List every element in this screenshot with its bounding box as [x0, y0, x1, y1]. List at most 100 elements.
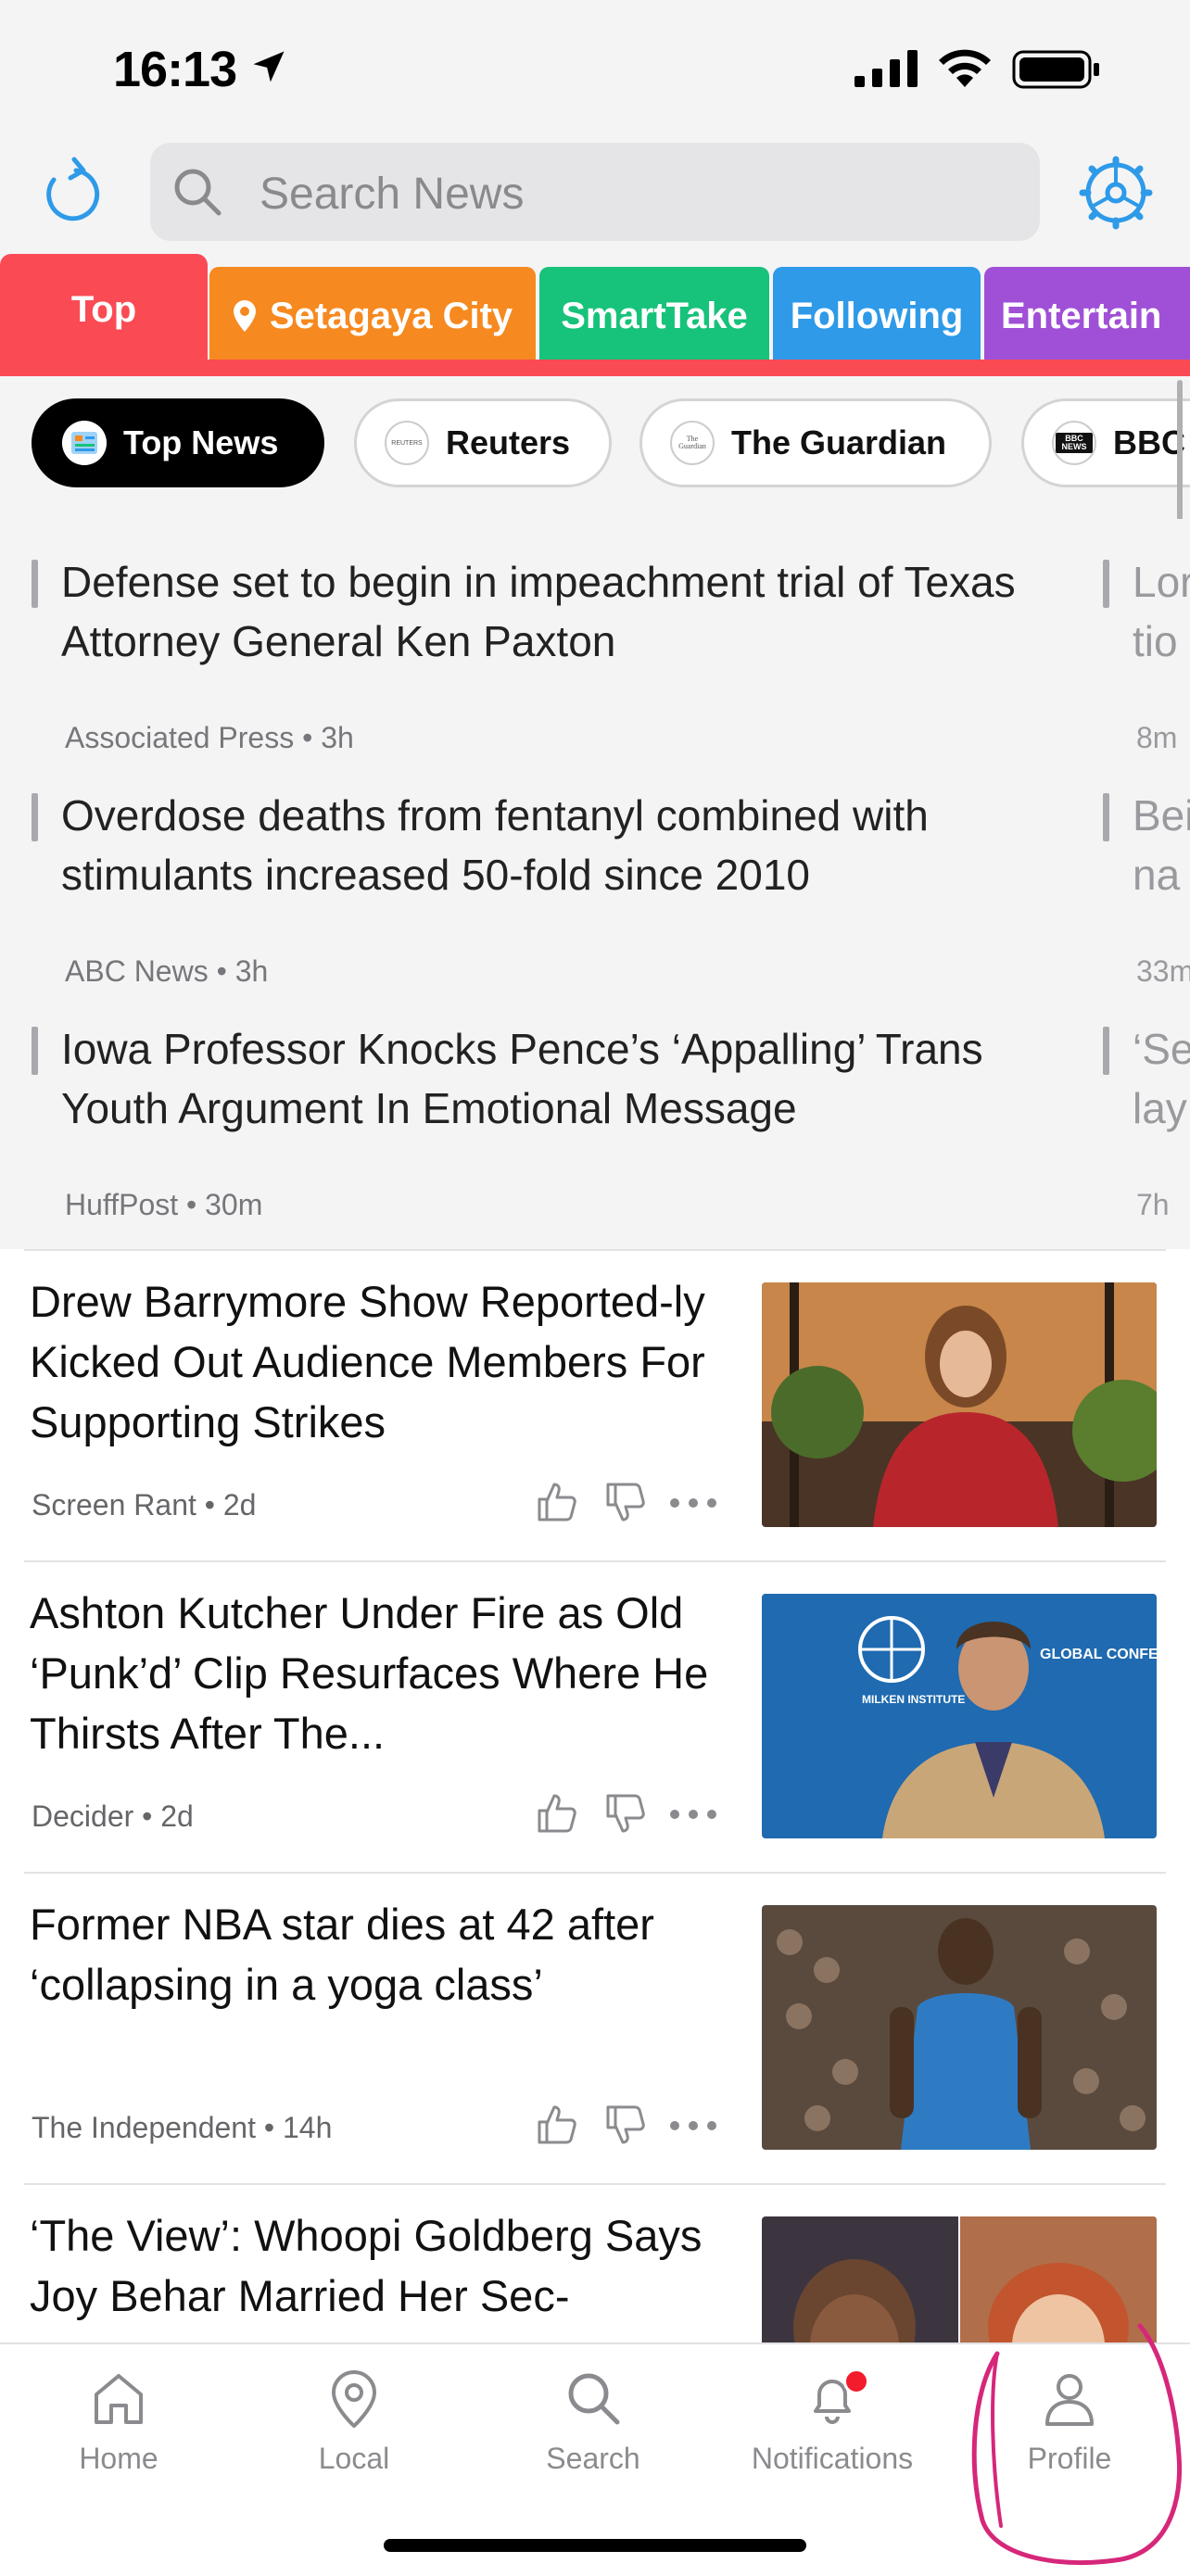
- home-indicator: [384, 2539, 806, 2552]
- peek-meta: 33m: [1136, 954, 1190, 988]
- svg-text:MILKEN INSTITUTE: MILKEN INSTITUTE: [862, 1693, 965, 1706]
- feed-item[interactable]: Ashton Kutcher Under Fire as Old ‘Punk’d…: [0, 1560, 1190, 1872]
- story-title: Iowa Professor Knocks Pence’s ‘Appalling…: [61, 1025, 983, 1132]
- thumbs-down-icon[interactable]: [602, 1790, 649, 1837]
- tab-entertainment[interactable]: Entertain: [984, 267, 1190, 365]
- tab-label: Setagaya City: [269, 295, 513, 336]
- story-marker: [1103, 793, 1109, 841]
- article-title: Drew Barrymore Show Reported-ly Kicked O…: [30, 1277, 705, 1446]
- top-story-item[interactable]: Iowa Professor Knocks Pence’s ‘Appalling…: [32, 1019, 1070, 1221]
- home-icon: [95, 2374, 143, 2424]
- article-meta: Decider • 2d: [32, 1799, 194, 1833]
- chip-the-guardian[interactable]: The Guardian The Guardian: [639, 398, 992, 487]
- tab-underline: [0, 360, 1190, 376]
- chip-bbc[interactable]: BBC NEWS BBC: [1021, 398, 1190, 487]
- divider: [24, 1249, 1166, 1251]
- annotation-circle: [971, 2323, 1183, 2566]
- top-news-logo-icon: [62, 421, 107, 465]
- tab-label: Following: [790, 295, 964, 336]
- article-title: ‘The View’: Whoopi Goldberg Says Joy Beh…: [30, 2211, 703, 2320]
- story-title: Defense set to begin in impeachment tria…: [61, 558, 1016, 665]
- story-marker: [32, 1027, 38, 1075]
- wifi-icon: [939, 49, 991, 87]
- article-title: Ashton Kutcher Under Fire as Old ‘Punk’d…: [30, 1588, 709, 1758]
- location-pin-icon: [331, 2369, 377, 2429]
- top-story-peek[interactable]: Bei na 33m: [1103, 786, 1190, 988]
- source-chips: Top News REUTERS Reuters The Guardian Th…: [0, 376, 1190, 519]
- chip-reuters[interactable]: REUTERS Reuters: [354, 398, 612, 487]
- top-story-peek[interactable]: ‘Se lay 7h: [1103, 1019, 1190, 1221]
- svg-text:GLOBAL CONFERENCE: GLOBAL CONFERENCE: [1040, 1647, 1157, 1662]
- thumbs-down-icon[interactable]: [602, 2102, 649, 2148]
- article-image[interactable]: [762, 1282, 1157, 1527]
- article-image[interactable]: MILKEN INSTITUTE GLOBAL CONFERENCE: [762, 1594, 1157, 1838]
- tab-label: Entertain: [1001, 295, 1162, 336]
- search-icon: [568, 2373, 620, 2425]
- story-meta: HuffPost • 30m: [65, 1188, 263, 1221]
- thumbs-up-icon[interactable]: [534, 1790, 580, 1837]
- more-options-icon[interactable]: [667, 1790, 719, 1837]
- chip-label: The Guardian: [731, 423, 947, 461]
- nav-label: Notifications: [751, 2442, 914, 2475]
- chip-top-news[interactable]: Top News: [32, 398, 324, 487]
- more-options-icon[interactable]: [667, 1479, 719, 1525]
- location-arrow-icon: [253, 51, 285, 82]
- reuters-logo-icon: REUTERS: [385, 421, 429, 465]
- top-story-item[interactable]: Defense set to begin in impeachment tria…: [32, 552, 1070, 754]
- battery-icon: [1012, 50, 1099, 89]
- article-meta: Screen Rant • 2d: [32, 1488, 257, 1522]
- peek-meta: 8m: [1136, 721, 1178, 754]
- refresh-icon[interactable]: [39, 156, 100, 230]
- feed-item[interactable]: Former NBA star dies at 42 after ‘collap…: [0, 1872, 1190, 2183]
- thumbs-down-icon[interactable]: [602, 1479, 649, 1525]
- nav-label: Search: [546, 2442, 640, 2475]
- nav-label: Home: [79, 2442, 158, 2475]
- top-story-peek[interactable]: Lor tio 8m: [1103, 552, 1190, 754]
- article-title: Former NBA star dies at 42 after ‘collap…: [30, 1900, 654, 2009]
- article-image[interactable]: [762, 1905, 1157, 2150]
- tab-smarttake[interactable]: SmartTake: [539, 267, 769, 365]
- more-options-icon[interactable]: [667, 2102, 719, 2148]
- guardian-logo-icon: The Guardian: [670, 421, 715, 465]
- chip-label: Top News: [123, 423, 279, 461]
- feed-item[interactable]: Drew Barrymore Show Reported-ly Kicked O…: [0, 1249, 1190, 1560]
- peek-text: ‘Se lay: [1133, 1025, 1190, 1132]
- story-marker: [32, 793, 38, 841]
- nav-home[interactable]: Home: [26, 2368, 211, 2476]
- story-title: Overdose deaths from fentanyl combined w…: [61, 791, 929, 899]
- chip-label: Reuters: [446, 423, 571, 461]
- peek-text: Bei na: [1133, 791, 1190, 899]
- story-marker: [1103, 560, 1109, 608]
- divider: [24, 1560, 1166, 1562]
- peek-meta: 7h: [1136, 1188, 1170, 1221]
- settings-gear-icon[interactable]: [1079, 156, 1153, 230]
- story-marker: [32, 560, 38, 608]
- nav-search[interactable]: Search: [500, 2368, 686, 2476]
- tab-top[interactable]: Top: [0, 254, 208, 365]
- location-pin-icon: [233, 300, 256, 332]
- nav-label: Local: [318, 2442, 390, 2475]
- story-marker: [1103, 1027, 1109, 1075]
- status-bar: 16:13: [0, 0, 1190, 139]
- search-row: Search News: [0, 139, 1190, 250]
- chip-label: BBC: [1113, 423, 1185, 461]
- story-meta: Associated Press • 3h: [65, 721, 354, 754]
- peek-text: Lor tio: [1133, 558, 1190, 665]
- tab-label: Top: [70, 288, 137, 330]
- search-icon: [174, 169, 222, 216]
- tab-setagaya-city[interactable]: Setagaya City: [209, 267, 536, 365]
- thumbs-up-icon[interactable]: [534, 1479, 580, 1525]
- article-meta: The Independent • 14h: [32, 2111, 333, 2144]
- tab-following[interactable]: Following: [773, 267, 981, 365]
- news-feed: Drew Barrymore Show Reported-ly Kicked O…: [0, 1249, 1190, 2342]
- nav-notifications[interactable]: Notifications: [740, 2368, 925, 2476]
- top-story-item[interactable]: Overdose deaths from fentanyl combined w…: [32, 786, 1070, 988]
- divider: [24, 2183, 1166, 2185]
- divider: [24, 1872, 1166, 1874]
- bbc-logo-icon: BBC NEWS: [1052, 421, 1096, 465]
- thumbs-up-icon[interactable]: [534, 2102, 580, 2148]
- nav-local[interactable]: Local: [261, 2368, 447, 2476]
- search-input[interactable]: Search News: [150, 143, 1040, 241]
- tab-label: SmartTake: [561, 295, 748, 336]
- search-placeholder: Search News: [260, 170, 525, 219]
